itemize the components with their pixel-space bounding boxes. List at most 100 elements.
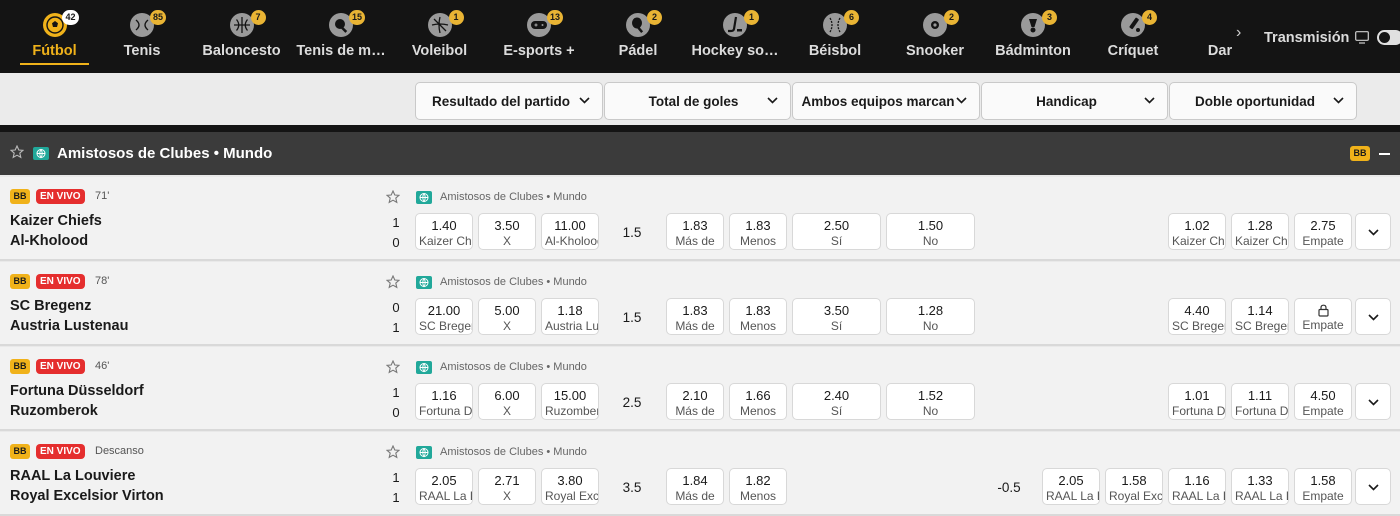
odd-button-total[interactable]: 1.83 Menos xyxy=(729,213,787,250)
bet-builder-badge: BB xyxy=(10,189,30,204)
odd-button-result[interactable]: 6.00 X xyxy=(478,383,536,420)
odd-button-result[interactable]: 15.00Ruzomberok xyxy=(541,383,599,420)
sport-count-badge: 42 xyxy=(62,10,79,25)
home-team-name[interactable]: RAAL La Louviere xyxy=(10,468,135,484)
sport-tab-esports[interactable]: 13 E-sports + xyxy=(500,0,578,73)
market-dropdown-resultado[interactable]: Resultado del partido xyxy=(415,82,603,120)
star-icon[interactable] xyxy=(386,445,400,459)
market-dropdown-handicap[interactable]: Handicap xyxy=(981,82,1168,120)
odd-button-btts[interactable]: 1.50 No xyxy=(886,213,975,250)
odd-value: 2.05 xyxy=(1058,473,1084,488)
odd-button-result[interactable]: 3.80Royal Excelsior Virton xyxy=(541,468,599,505)
home-team-name[interactable]: Fortuna Düsseldorf xyxy=(10,383,144,399)
odd-button-double-chance[interactable]: 2.75 Empate xyxy=(1294,213,1352,250)
streaming-toggle[interactable] xyxy=(1377,30,1400,45)
odd-button-result[interactable]: 1.16Fortuna Düsseldorf xyxy=(415,383,473,420)
sport-tab-dardos[interactable]: Dar xyxy=(1205,0,1235,73)
chevron-right-icon[interactable]: › xyxy=(1236,24,1241,42)
odd-button-double-chance[interactable]: Empate xyxy=(1294,298,1352,335)
odd-button-result[interactable]: 1.40Kaizer Chiefs xyxy=(415,213,473,250)
divider xyxy=(0,125,1400,132)
odd-button-result[interactable]: 11.00 Al-Kholood xyxy=(541,213,599,250)
match-time: 71' xyxy=(95,190,110,202)
odd-button-result[interactable]: 21.00SC Bregenz xyxy=(415,298,473,335)
odd-button-result[interactable]: 2.05RAAL La Louviere xyxy=(415,468,473,505)
odd-button-total[interactable]: 1.84 Más de xyxy=(666,468,724,505)
odd-button-handicap[interactable]: 2.05RAAL La Louviere xyxy=(1042,468,1100,505)
odd-button-btts[interactable]: 2.50 Sí xyxy=(792,213,881,250)
odd-button-double-chance[interactable]: 1.11Fortuna Düsseldorf xyxy=(1231,383,1289,420)
more-markets-button[interactable] xyxy=(1355,213,1391,250)
chevron-down-icon xyxy=(1368,229,1379,236)
market-dropdown-doble-oportunidad[interactable]: Doble oportunidad xyxy=(1169,82,1357,120)
odd-value: 1.11 xyxy=(1247,388,1273,403)
sport-tab-voleibol[interactable]: 1 Voleibol xyxy=(408,0,471,73)
sport-tab-tenis-de-mesa[interactable]: 15 Tenis de m… xyxy=(295,0,387,73)
sport-tab-futbol[interactable]: 42 Fútbol xyxy=(20,0,89,73)
odd-value: 1.02 xyxy=(1184,218,1210,233)
sport-tab-tenis[interactable]: 85 Tenis xyxy=(112,0,172,73)
odd-button-total[interactable]: 1.66 Menos xyxy=(729,383,787,420)
more-markets-button[interactable] xyxy=(1355,298,1391,335)
odd-button-double-chance[interactable]: 1.01Fortuna Düsseldorf xyxy=(1168,383,1226,420)
odd-button-btts[interactable]: 2.40 Sí xyxy=(792,383,881,420)
star-icon[interactable] xyxy=(386,360,400,374)
home-team-name[interactable]: Kaizer Chiefs xyxy=(10,213,102,229)
league-header[interactable]: Amistosos de Clubes • Mundo BB xyxy=(0,132,1400,175)
odd-label: Fortuna Düsseldorf xyxy=(1235,404,1288,418)
dropdown-label: Total de goles xyxy=(648,93,739,109)
odd-button-total[interactable]: 1.82 Menos xyxy=(729,468,787,505)
odd-button-result[interactable]: 2.71 X xyxy=(478,468,536,505)
odd-button-double-chance[interactable]: 1.02Kaizer Chiefs xyxy=(1168,213,1226,250)
odd-label: SC Bregenz xyxy=(419,319,472,333)
away-team-name[interactable]: Austria Lustenau xyxy=(10,318,128,334)
odd-button-double-chance[interactable]: 4.40SC Bregenz xyxy=(1168,298,1226,335)
odd-button-btts[interactable]: 3.50 Sí xyxy=(792,298,881,335)
away-score: 1 xyxy=(392,320,400,335)
odd-button-btts[interactable]: 1.28 No xyxy=(886,298,975,335)
odd-button-total[interactable]: 1.83 Menos xyxy=(729,298,787,335)
star-icon[interactable] xyxy=(386,275,400,289)
odd-button-total[interactable]: 2.10 Más de xyxy=(666,383,724,420)
odd-value: 1.83 xyxy=(745,303,771,318)
away-team-name[interactable]: Ruzomberok xyxy=(10,403,98,419)
sport-tab-hockey[interactable]: 1 Hockey so… xyxy=(689,0,781,73)
odd-button-handicap[interactable]: 1.58Royal Excelsior Virton xyxy=(1105,468,1163,505)
odd-button-total[interactable]: 1.83 Más de xyxy=(666,213,724,250)
odd-button-double-chance[interactable]: 4.50 Empate xyxy=(1294,383,1352,420)
sport-tab-padel[interactable]: 2 Pádel xyxy=(612,0,664,73)
sport-tab-label: Bádminton xyxy=(995,43,1071,59)
odd-value: 21.00 xyxy=(427,303,461,318)
collapse-icon[interactable] xyxy=(1379,153,1390,155)
sport-tab-snooker[interactable]: 2 Snooker xyxy=(903,0,967,73)
odd-button-double-chance[interactable]: 1.28Kaizer Chiefs xyxy=(1231,213,1289,250)
odd-value: 4.50 xyxy=(1310,388,1336,403)
odd-button-double-chance[interactable]: 1.14SC Bregenz xyxy=(1231,298,1289,335)
market-dropdown-ambos-marcan[interactable]: Ambos equipos marcan xyxy=(792,82,980,120)
market-dropdown-total-goles[interactable]: Total de goles xyxy=(604,82,791,120)
odd-button-total[interactable]: 1.83 Más de xyxy=(666,298,724,335)
sport-tab-baloncesto[interactable]: 7 Baloncesto xyxy=(200,0,283,73)
sport-tab-beisbol[interactable]: 6 Béisbol xyxy=(808,0,862,73)
odd-button-result[interactable]: 5.00 X xyxy=(478,298,536,335)
sport-tab-badminton[interactable]: 3 Bádminton xyxy=(993,0,1073,73)
odd-value: 1.28 xyxy=(917,303,944,318)
star-icon[interactable] xyxy=(386,190,400,204)
home-team-name[interactable]: SC Bregenz xyxy=(10,298,91,314)
bet-builder-badge: BB xyxy=(10,359,30,374)
match-time: Descanso xyxy=(95,445,144,457)
more-markets-button[interactable] xyxy=(1355,383,1391,420)
away-team-name[interactable]: Royal Excelsior Virton xyxy=(10,488,164,504)
odd-button-result[interactable]: 3.50 X xyxy=(478,213,536,250)
odd-label: Menos xyxy=(739,319,777,333)
odd-button-result[interactable]: 1.18Austria Lustenau xyxy=(541,298,599,335)
odd-button-double-chance[interactable]: 1.58 Empate xyxy=(1294,468,1352,505)
more-markets-button[interactable] xyxy=(1355,468,1391,505)
sport-tab-criquet[interactable]: 4 Críquet xyxy=(1105,0,1161,73)
odd-button-btts[interactable]: 1.52 No xyxy=(886,383,975,420)
star-icon[interactable] xyxy=(10,145,24,159)
odd-label: Al-Kholood xyxy=(545,234,598,248)
odd-button-double-chance[interactable]: 1.16RAAL La Louviere xyxy=(1168,468,1226,505)
away-team-name[interactable]: Al-Kholood xyxy=(10,233,88,249)
odd-button-double-chance[interactable]: 1.33RAAL La Louviere xyxy=(1231,468,1289,505)
